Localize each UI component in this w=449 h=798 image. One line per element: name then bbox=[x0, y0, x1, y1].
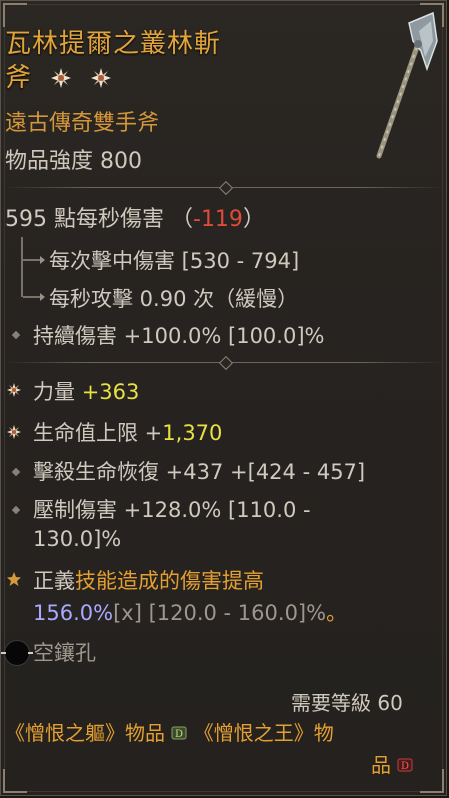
expansion-requirement-wrap: 品 D bbox=[371, 749, 413, 778]
stat-tree-branch bbox=[23, 256, 45, 264]
affix-diamond-icon bbox=[9, 465, 23, 479]
frame-corner bbox=[3, 3, 27, 27]
empty-socket-label: 空鑲孔 bbox=[33, 641, 96, 665]
max-life-label: 生命值上限 + bbox=[33, 421, 163, 445]
aspect-name: 正義 bbox=[33, 569, 75, 593]
strength-affix: 力量 +363 bbox=[33, 376, 139, 406]
stat-tree-branch bbox=[23, 293, 45, 301]
expansion-b-label-cont: 品 bbox=[371, 753, 391, 777]
overpower-affix-line2: 130.0]% bbox=[33, 527, 122, 551]
item-name-line2: 斧 bbox=[5, 63, 33, 93]
affix-diamond-icon bbox=[9, 328, 23, 342]
max-life-affix: 生命值上限 +1,370 bbox=[33, 417, 222, 447]
required-level: 需要等級 60 bbox=[291, 691, 403, 715]
greater-affix-icon bbox=[7, 425, 21, 439]
damage-per-hit: 每次擊中傷害 [530 - 794] bbox=[49, 249, 300, 273]
divider bbox=[1, 180, 448, 196]
item-name-line1: 瓦林提爾之叢林斬 bbox=[5, 29, 222, 59]
overpower-affix-line1: 壓制傷害 +128.0% [110.0 - bbox=[33, 498, 311, 522]
aspect-star-icon bbox=[7, 572, 21, 586]
item-power: 物品強度 800 bbox=[5, 149, 142, 174]
stat-tree-line bbox=[21, 237, 23, 297]
item-name: 瓦林提爾之叢林斬 斧 bbox=[5, 27, 305, 95]
aspect-period: 。 bbox=[326, 601, 348, 625]
dps-label: 點每秒傷害 （ bbox=[47, 207, 193, 232]
greater-affix-icon bbox=[7, 383, 21, 397]
aspect-range: [x] [120.0 - 160.0]% bbox=[113, 601, 327, 625]
greater-affix-icon bbox=[51, 68, 72, 88]
dps-delta: -119 bbox=[193, 207, 243, 232]
divider bbox=[1, 355, 448, 371]
implicit-affix: 持續傷害 +100.0% [100.0]% bbox=[33, 324, 325, 348]
greater-affix-icon bbox=[90, 68, 111, 88]
expansion-b-label: 《憎恨之王》物 bbox=[193, 721, 334, 745]
expansion-badge-icon: D bbox=[171, 726, 187, 740]
strength-label: 力量 bbox=[33, 380, 82, 404]
max-life-value: 1,370 bbox=[162, 421, 223, 445]
aspect-line1: 正義技能造成的傷害提高 bbox=[33, 565, 264, 595]
life-on-kill-affix: 擊殺生命恢復 +437 +[424 - 457] bbox=[33, 460, 366, 484]
frame-corner bbox=[3, 769, 27, 793]
attack-speed: 每秒攻擊 0.90 次（緩慢） bbox=[49, 287, 299, 311]
expansion-badge-icon: D bbox=[397, 758, 413, 772]
aspect-text: 技能造成的傷害提高 bbox=[75, 569, 264, 593]
dps-value: 595 bbox=[5, 207, 47, 232]
svg-text:D: D bbox=[401, 761, 409, 772]
weapon-axe-image bbox=[376, 11, 438, 159]
svg-text:D: D bbox=[175, 729, 183, 740]
socket-icon bbox=[1, 640, 33, 666]
frame-corner bbox=[420, 769, 444, 793]
dps-line: 595 點每秒傷害 （-119） bbox=[5, 201, 265, 233]
item-tooltip: 瓦林提爾之叢林斬 斧 遠古傳奇雙手斧 物品強度 800 595 點每秒傷害 （-… bbox=[0, 0, 447, 796]
aspect-value: 156.0% bbox=[33, 601, 114, 625]
expansion-requirement: 《憎恨之軀》物品 D 《憎恨之王》物 bbox=[5, 717, 334, 746]
dps-close: ） bbox=[242, 207, 265, 232]
item-rarity: 遠古傳奇雙手斧 bbox=[5, 111, 160, 136]
aspect-line2: 156.0%[x] [120.0 - 160.0]%。 bbox=[33, 597, 347, 627]
strength-value: +363 bbox=[81, 380, 140, 404]
affix-diamond-icon bbox=[9, 503, 23, 517]
expansion-a-label: 《憎恨之軀》物品 bbox=[5, 721, 165, 745]
